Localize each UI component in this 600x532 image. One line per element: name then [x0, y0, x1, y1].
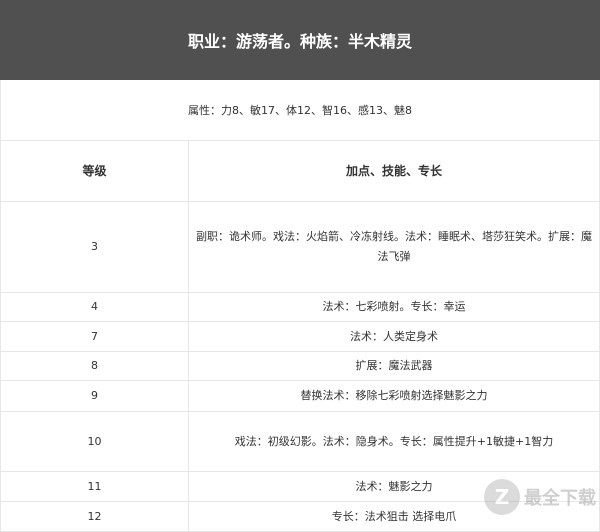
table-row: 3 副职：诡术师。戏法：火焰箭、冷冻射线。法术：睡眠术、塔莎狂笑术。扩展：魔法飞…: [0, 201, 600, 293]
level-cell: 3: [0, 201, 189, 293]
table-row: 4 法术：七彩喷射。专长：幸运: [0, 292, 600, 322]
attributes-line: 属性：力8、敏17、体12、智16、感13、魅8: [0, 80, 600, 140]
skills-cell: 法术：人类定身术: [188, 321, 600, 352]
level-cell: 10: [0, 411, 189, 472]
skills-cell: 戏法：初级幻影。法术：隐身术。专长：属性提升+1敏捷+1智力: [188, 411, 600, 472]
level-table: 等级 加点、技能、专长 3 副职：诡术师。戏法：火焰箭、冷冻射线。法术：睡眠术、…: [0, 140, 600, 532]
header-level: 等级: [0, 140, 189, 202]
table-header-row: 等级 加点、技能、专长: [0, 140, 600, 202]
level-cell: 8: [0, 351, 189, 381]
table-row: 10 戏法：初级幻影。法术：隐身术。专长：属性提升+1敏捷+1智力: [0, 411, 600, 472]
skills-cell: 扩展：魔法武器: [188, 351, 600, 381]
page-title: 职业：游荡者。种族：半木精灵: [0, 0, 600, 80]
level-cell: 7: [0, 321, 189, 352]
level-cell: 4: [0, 292, 189, 322]
z-logo-icon: Z: [484, 479, 520, 515]
skills-cell: 法术：七彩喷射。专长：幸运: [188, 292, 600, 322]
table-row: 7 法术：人类定身术: [0, 321, 600, 352]
level-cell: 9: [0, 380, 189, 412]
level-cell: 12: [0, 501, 189, 532]
watermark-text: 最全下载: [524, 488, 596, 509]
header-skills: 加点、技能、专长: [188, 140, 600, 202]
table-row: 9 替换法术：移除七彩喷射选择魅影之力: [0, 380, 600, 412]
site-watermark: Z 最全下载: [484, 479, 596, 515]
level-cell: 11: [0, 471, 189, 502]
skills-cell: 替换法术：移除七彩喷射选择魅影之力: [188, 380, 600, 412]
skills-cell: 副职：诡术师。戏法：火焰箭、冷冻射线。法术：睡眠术、塔莎狂笑术。扩展：魔法飞弹: [188, 201, 600, 293]
table-row: 8 扩展：魔法武器: [0, 351, 600, 381]
